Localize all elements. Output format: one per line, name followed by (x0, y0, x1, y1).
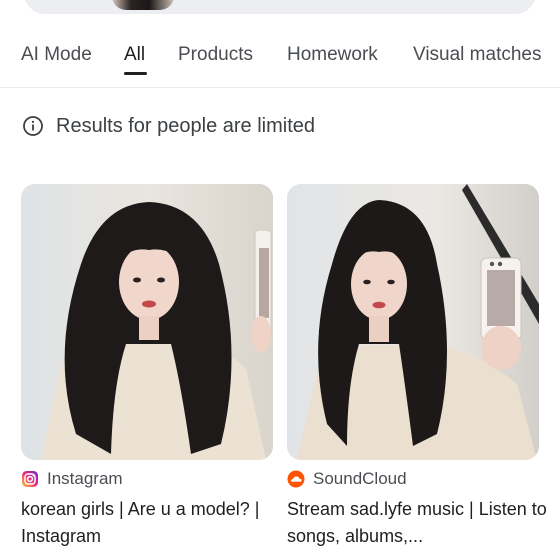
instagram-icon (21, 470, 39, 488)
result-card-instagram[interactable]: Instagram korean girls | Are u a model? … (21, 184, 273, 550)
result-image[interactable] (287, 184, 539, 460)
source-name: SoundCloud (313, 469, 407, 488)
result-title[interactable]: Stream sad.lyfe music | Listen to songs,… (287, 496, 547, 550)
tab-homework[interactable]: Homework (287, 44, 378, 66)
result-title[interactable]: korean girls | Are u a model? | Instagra… (21, 496, 281, 550)
soundcloud-icon (287, 470, 305, 488)
result-source[interactable]: SoundCloud (287, 468, 539, 490)
tab-ai-mode[interactable]: AI Mode (21, 44, 92, 66)
search-bar[interactable] (24, 0, 536, 14)
result-card-soundcloud[interactable]: SoundCloud Stream sad.lyfe music | Liste… (287, 184, 547, 550)
tab-visual-matches[interactable]: Visual matches (413, 44, 542, 66)
search-tabs: AI Mode All Products Homework Visual mat… (0, 38, 560, 88)
tab-all[interactable]: All (124, 44, 145, 66)
info-icon[interactable] (22, 115, 44, 137)
notice-text: Results for people are limited (56, 114, 316, 137)
tab-products[interactable]: Products (178, 44, 253, 66)
search-image-thumbnail[interactable] (112, 0, 174, 10)
result-image[interactable] (21, 184, 273, 460)
source-name: Instagram (47, 469, 123, 488)
result-source[interactable]: Instagram (21, 468, 273, 490)
results-limited-notice: Results for people are limited (22, 112, 315, 140)
active-tab-indicator (124, 72, 147, 75)
